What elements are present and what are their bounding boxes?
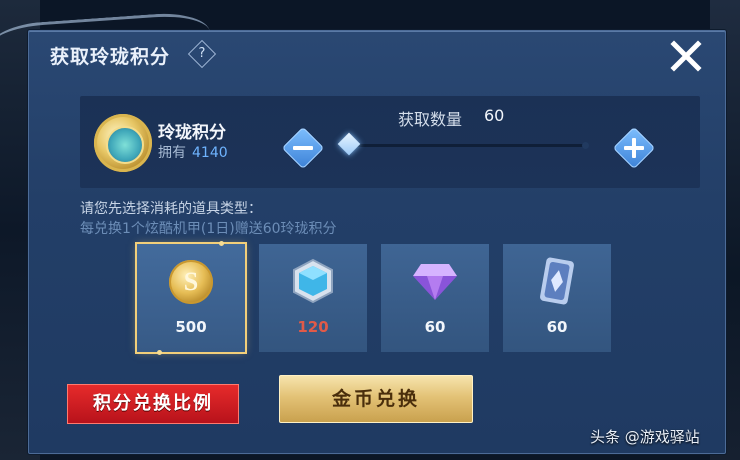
exchange-rate-button[interactable]: 积分兑换比例 <box>67 384 239 424</box>
minus-icon <box>293 146 313 150</box>
quantity-value: 60 <box>484 106 505 125</box>
item-cost: 120 <box>297 318 329 336</box>
watermark: 头条 @游戏驿站 <box>590 428 700 446</box>
gold-exchange-button[interactable]: 金币兑换 <box>279 375 473 423</box>
increase-button[interactable] <box>612 126 656 170</box>
selected-corner-dot <box>157 350 162 355</box>
decrease-button[interactable] <box>281 126 325 170</box>
dialog-title: 获取玲珑积分 <box>50 46 171 68</box>
card-ticket-icon <box>540 257 574 305</box>
item-cost: 500 <box>175 318 207 336</box>
item-cost: 60 <box>424 318 446 336</box>
owned-count: 拥有 4140 <box>158 142 228 162</box>
quantity-label: 获取数量 <box>398 110 463 129</box>
linglong-coin-icon <box>94 114 152 172</box>
bonus-note: 每兑换1个炫酷机甲(1日)赠送60玲珑积分 <box>80 221 337 237</box>
plus-icon-v <box>632 138 636 158</box>
item-card-ticket[interactable]: 60 <box>503 244 611 352</box>
owned-label: 拥有 <box>158 145 186 161</box>
item-card-purple-diamond[interactable]: 60 <box>381 244 489 352</box>
item-card-blue-gem[interactable]: 120 <box>259 244 367 352</box>
gold-coin-s-icon: S <box>169 260 213 304</box>
selected-corner-dot <box>219 241 224 246</box>
blue-hex-gem-icon <box>293 258 333 304</box>
resource-name: 玲珑积分 <box>158 123 226 143</box>
purple-diamond-icon <box>413 264 457 300</box>
close-icon[interactable] <box>668 38 704 74</box>
item-cost: 60 <box>546 318 568 336</box>
help-symbol: ? <box>198 46 206 61</box>
slider-end-dot <box>582 142 589 149</box>
select-prompt: 请您先选择消耗的道具类型： <box>80 201 262 217</box>
item-card-gold-coin[interactable]: S 500 <box>137 241 245 355</box>
quantity-slider-track[interactable] <box>350 144 588 147</box>
owned-value: 4140 <box>192 145 228 161</box>
